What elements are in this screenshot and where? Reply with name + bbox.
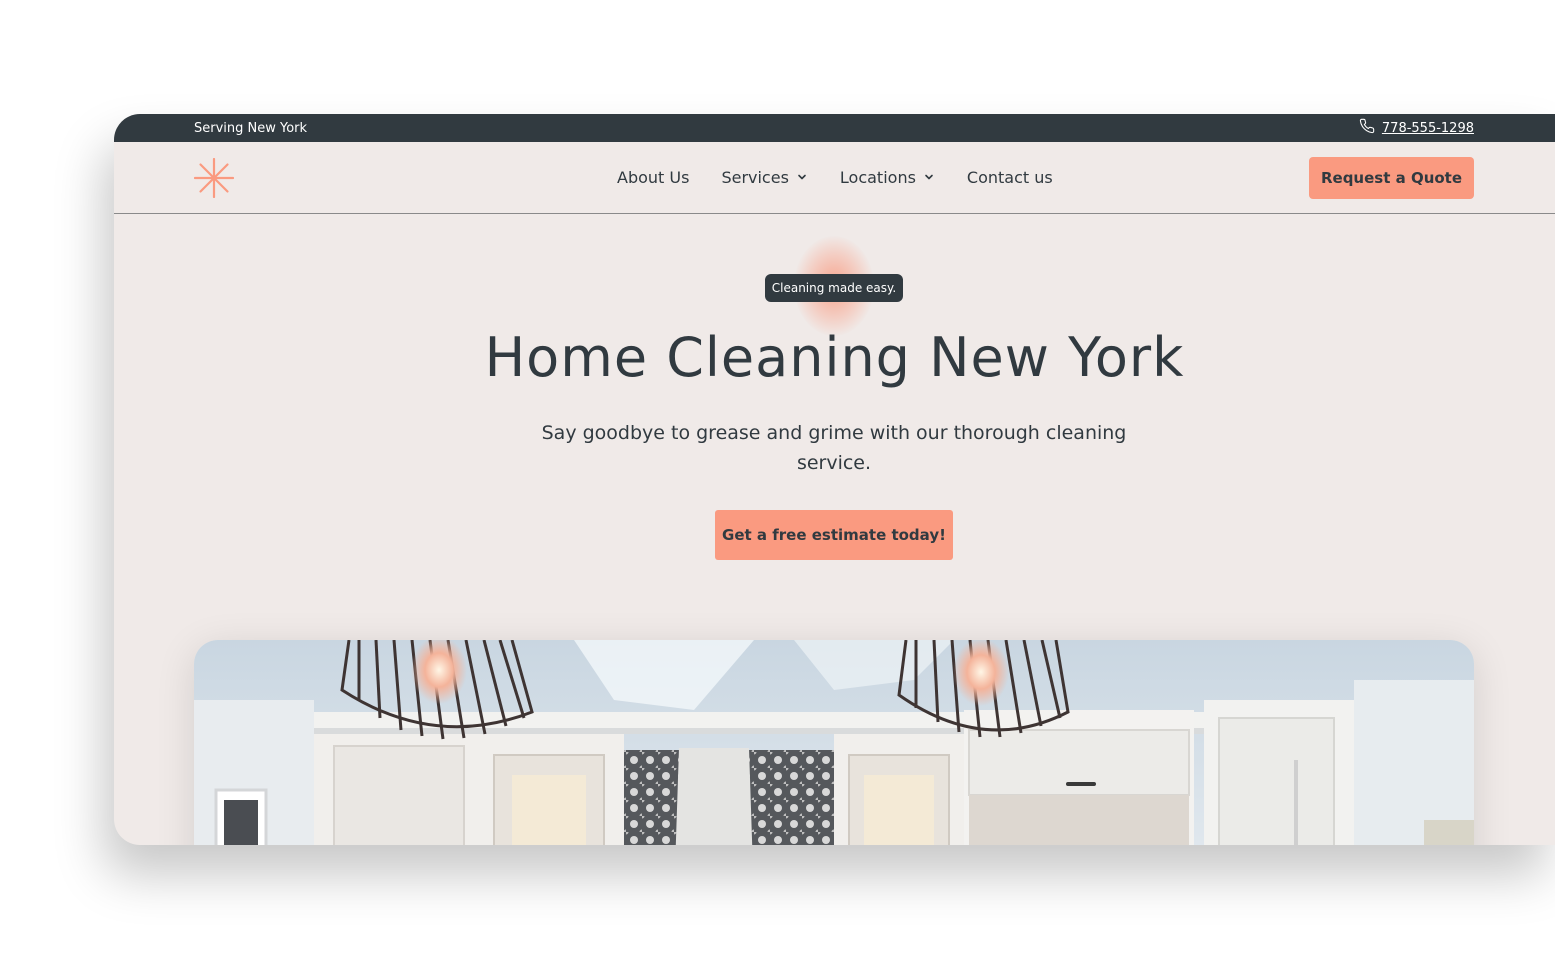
kitchen-photo <box>194 640 1474 845</box>
phone-number: 778-555-1298 <box>1381 120 1474 136</box>
nav-item-label: Contact us <box>966 168 1053 187</box>
tagline-badge: Cleaning made easy. <box>765 274 903 302</box>
chevron-down-icon <box>796 168 808 187</box>
nav-item-services[interactable]: Services <box>721 168 807 187</box>
asterisk-logo-icon[interactable] <box>193 157 235 199</box>
nav-item-label: About Us <box>617 168 690 187</box>
browser-frame: Serving New York 778-555-1298 About Us S… <box>114 114 1555 845</box>
nav-links: About Us Services Locations Contact us <box>617 142 1053 213</box>
chevron-down-icon <box>923 168 935 187</box>
phone-link[interactable]: 778-555-1298 <box>1359 118 1474 138</box>
nav-item-contact-us[interactable]: Contact us <box>967 168 1053 187</box>
nav-item-label: Services <box>721 168 789 187</box>
main-navigation: About Us Services Locations Contact us R… <box>114 142 1555 214</box>
hero-subtitle: Say goodbye to grease and grime with our… <box>541 422 1127 474</box>
nav-item-label: Locations <box>839 168 916 187</box>
hero-title: Home Cleaning New York <box>484 326 1185 389</box>
location-text: Serving New York <box>194 120 308 136</box>
request-quote-button[interactable]: Request a Quote <box>1309 157 1474 199</box>
free-estimate-button[interactable]: Get a free estimate today! <box>715 510 953 560</box>
nav-item-locations[interactable]: Locations <box>840 168 935 187</box>
hero-section: Cleaning made easy. Home Cleaning New Yo… <box>114 214 1555 845</box>
nav-item-about-us[interactable]: About Us <box>617 168 689 187</box>
phone-icon <box>1359 118 1375 138</box>
top-bar: Serving New York 778-555-1298 <box>114 114 1555 142</box>
